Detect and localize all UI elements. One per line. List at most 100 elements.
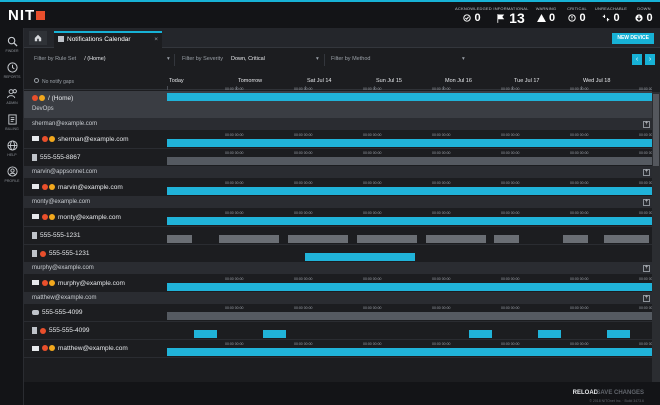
time-tick: 00:00 00:00 (570, 151, 589, 155)
time-tick: 00:00 00:00 (225, 87, 244, 91)
notify-window-bar[interactable] (288, 235, 348, 243)
nav-item-reports[interactable]: REPORTS (0, 62, 24, 79)
stat-critical[interactable]: CRITICAL 0 (564, 6, 590, 24)
nav-label: ADMIN (6, 101, 18, 105)
check-circle-icon (463, 14, 472, 22)
notify-window-bar[interactable] (426, 235, 486, 243)
contact-method-row[interactable]: 555-555-8867 00:00 00:00 00:00 00:00 00:00 … (24, 149, 652, 167)
day-header: Sat Jul 14 (307, 78, 332, 84)
footer: RELOAD SAVE CHANGES © 2018 NITOnet Inc. … (24, 382, 660, 405)
nav-item-profile[interactable]: PROFILE (0, 166, 24, 183)
contact-method-row[interactable]: 555-555-4099 (24, 322, 652, 340)
tab-close-icon[interactable]: × (154, 36, 158, 43)
nav-item-admin[interactable]: ADMIN (0, 88, 24, 105)
app-logo[interactable]: NIT (8, 7, 46, 24)
stat-unreachable[interactable]: UNREACHABLE 0 (594, 6, 628, 24)
contact-group-row[interactable]: matthew@example.com + (24, 293, 652, 304)
contact-method-row[interactable]: monty@example.com 00:00 00:00 00:00 00:00 0… (24, 208, 652, 227)
tab-notifications-calendar[interactable]: Notifications Calendar × (54, 31, 162, 48)
critical-icon (42, 345, 48, 352)
contact-method-row[interactable]: sherman@example.com 00:00 00:00 00:00 00:0… (24, 130, 652, 149)
add-method-button[interactable]: + (643, 265, 650, 272)
notify-window-bar[interactable]: 00:00 00:00 00:00 00:00 00:00 00:00 00:00 0… (167, 181, 652, 195)
notify-window-bar[interactable] (167, 235, 192, 243)
email-icon (32, 345, 39, 351)
vertical-scrollbar[interactable] (652, 92, 660, 382)
notify-window-bar[interactable] (604, 235, 649, 243)
time-tick: 00:00 00:00 (570, 181, 589, 185)
notify-window-bar[interactable]: 00:00 00:00 00:00 00:00 00:00 00:00 00:00 0… (167, 211, 652, 225)
notify-window-bar[interactable] (194, 330, 217, 338)
add-method-button[interactable]: + (643, 121, 650, 128)
notify-window-bar[interactable] (263, 330, 286, 338)
time-tick: 00:00 00:00 (639, 211, 652, 215)
save-changes-button[interactable]: SAVE CHANGES (596, 390, 644, 396)
copyright-text: © 2018 NITOnet Inc. · Build 3473.6 (589, 399, 644, 403)
notify-window-bar[interactable] (607, 330, 630, 338)
chevron-down-icon[interactable]: ▾ (167, 56, 170, 62)
nav-item-help[interactable]: HELP (0, 140, 24, 157)
contact-method-row[interactable]: murphy@example.com 00:00 00:00 00:00 00:00… (24, 274, 652, 293)
add-method-button[interactable]: + (643, 295, 650, 302)
contact-group-row[interactable]: murphy@example.com + (24, 263, 652, 274)
rule-set-row[interactable]: / (Home) DevOps 00:00 00:00 00:00 00:00 00:0… (24, 87, 652, 119)
row-label-text: matthew@example.com (58, 345, 128, 352)
nav-item-billing[interactable]: BILLING (0, 114, 24, 131)
add-method-button[interactable]: + (643, 199, 650, 206)
contact-group-row[interactable]: monty@example.com + (24, 197, 652, 208)
notify-window-bar[interactable] (219, 235, 279, 243)
time-tick: 00:00 00:00 (363, 151, 382, 155)
stat-down[interactable]: DOWN 0 (632, 6, 656, 24)
chevron-down-icon[interactable]: ▾ (316, 56, 319, 62)
critical-icon (40, 327, 46, 334)
notify-window-bar[interactable]: 00:00 00:00 00:00 00:00 00:00 00:00 00:00 0… (167, 306, 652, 320)
row-label: 555-555-4099 (32, 327, 89, 334)
notify-window-bar[interactable] (538, 330, 561, 338)
reload-button[interactable]: RELOAD (573, 390, 598, 396)
row-label-text: murphy@example.com (32, 265, 94, 271)
notify-window-bar[interactable]: 00:00 00:00 00:00 00:00 00:00 00:00 00:00 0… (167, 342, 652, 356)
nav-item-finder[interactable]: FINDER (0, 36, 24, 53)
row-label: 555-555-1231 (32, 250, 89, 257)
add-method-button[interactable]: + (643, 169, 650, 176)
notify-window-bar[interactable] (494, 235, 519, 243)
notify-window-bar[interactable]: 00:00 00:00 00:00 00:00 00:00 00:00 00:00 0… (167, 277, 652, 291)
new-device-button[interactable]: NEW DEVICE (612, 33, 654, 44)
contact-method-row[interactable]: 555-555-1231 (24, 227, 652, 245)
notify-window-bar[interactable] (305, 253, 415, 261)
email-icon (32, 184, 39, 190)
notify-window-bar[interactable] (469, 330, 492, 338)
time-tick: 00:00 00:00 (363, 211, 382, 215)
contact-method-row[interactable]: marvin@example.com 00:00 00:00 00:00 00:00… (24, 178, 652, 197)
notify-window-bar[interactable] (357, 235, 417, 243)
notify-window-bar[interactable]: 00:00 00:00 00:00 00:00 00:00 00:00 00:00 0… (167, 151, 652, 165)
next-week-button[interactable]: › (645, 54, 655, 65)
notify-window-bar[interactable]: 00:00 00:00 00:00 00:00 00:00 00:00 00:00 0… (167, 87, 652, 101)
time-tick: 00:00 00:00 (501, 277, 520, 281)
contact-method-row[interactable]: matthew@example.com 00:00 00:00 00:00 00:0… (24, 340, 652, 358)
notify-window-bar[interactable]: 00:00 00:00 00:00 00:00 00:00 00:00 00:00 0… (167, 133, 652, 147)
rule-set-filter[interactable]: Filter by Rule Set / (Home) (34, 56, 106, 62)
contact-method-row[interactable]: 555-555-4099 00:00 00:00 00:00 00:00 00:00 … (24, 304, 652, 322)
contact-method-row[interactable]: 555-555-1231 (24, 245, 652, 263)
contact-group-row[interactable]: marvin@appsonnet.com + (24, 167, 652, 178)
tab-home[interactable] (29, 31, 47, 45)
row-label-text: sherman@example.com (32, 121, 98, 127)
critical-icon (42, 183, 48, 190)
warning-icon (49, 183, 55, 190)
prev-week-button[interactable]: ‹ (632, 54, 642, 65)
scrollbar-thumb[interactable] (653, 94, 659, 166)
no-notify-gaps-toggle[interactable]: No notify gaps (34, 78, 74, 85)
stat-warning[interactable]: WARNING 0 (532, 6, 560, 24)
row-label-text: marvin@appsonnet.com (32, 169, 98, 175)
stat-acknowledged[interactable]: ACKNOWLEDGED 0 (455, 6, 492, 24)
time-tick: 00:00 00:00 (294, 306, 313, 310)
row-label-text: 555-555-4099 (42, 309, 83, 316)
method-filter[interactable]: Filter by Method (331, 56, 378, 62)
chevron-down-icon[interactable]: ▾ (462, 56, 465, 62)
contact-group-row[interactable]: sherman@example.com + (24, 119, 652, 130)
severity-filter[interactable]: Filter by Severity Down, Critical (182, 56, 265, 62)
notify-window-bar[interactable] (563, 235, 588, 243)
stat-informational[interactable]: INFORMATIONAL 13 (493, 6, 529, 26)
stat-label: CRITICAL (567, 6, 587, 11)
